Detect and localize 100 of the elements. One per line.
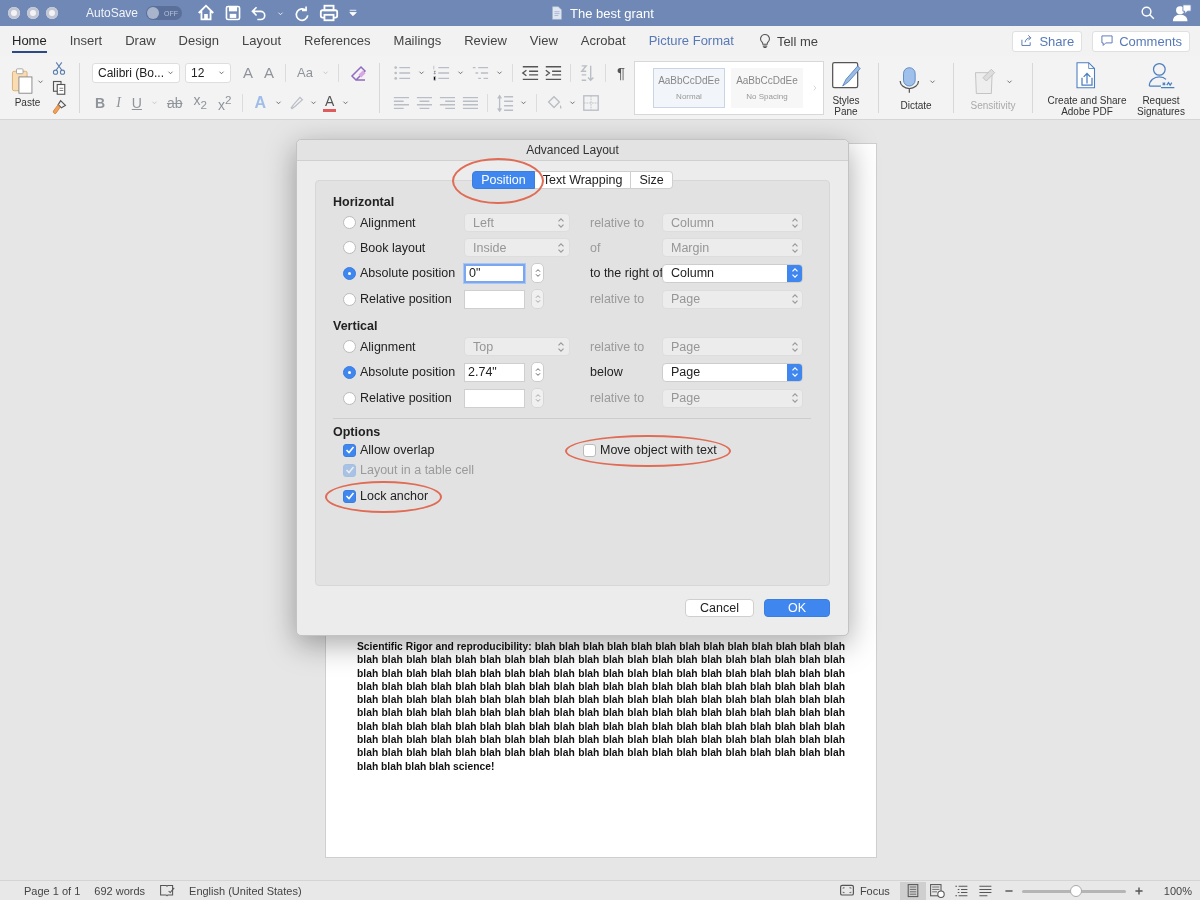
view-icon [928, 882, 945, 899]
print-icon[interactable] [319, 3, 340, 23]
style-option[interactable]: AaBbCcDdEe No Spacing [731, 67, 803, 108]
cancel-button[interactable]: Cancel [685, 599, 754, 617]
align-left-icon[interactable] [391, 94, 410, 111]
checkbox[interactable] [343, 489, 356, 503]
updown-icon [533, 365, 542, 379]
customize-toolbar-icon[interactable] [347, 7, 360, 19]
radio-button[interactable] [343, 292, 356, 306]
updown-icon [533, 391, 542, 405]
radio-button[interactable] [343, 391, 356, 405]
ribbon-tab[interactable]: Review [464, 29, 507, 53]
radio-label: Absolute position [360, 266, 456, 280]
comments-button[interactable]: Comments [1092, 30, 1190, 52]
slider-thumb[interactable] [1069, 884, 1082, 897]
tell-me-search[interactable]: Tell me [776, 33, 819, 49]
increase-indent-icon[interactable] [543, 63, 562, 82]
updown-icon [789, 339, 800, 354]
focus-icon[interactable] [838, 882, 855, 899]
word-count: 692 words [94, 884, 146, 897]
save-icon[interactable] [224, 4, 243, 22]
highlighter-icon[interactable] [288, 94, 305, 111]
search-icon[interactable] [1140, 5, 1156, 21]
paste-button[interactable]: Paste [10, 67, 45, 108]
updown-icon [789, 391, 800, 405]
ribbon-tab[interactable]: Draw [125, 29, 156, 53]
styles-pane-button[interactable]: Styles Pane [826, 58, 866, 117]
ribbon-tab[interactable]: Picture Format [648, 29, 734, 53]
ribbon-tab[interactable]: Acrobat [580, 29, 626, 53]
zoom-slider[interactable] [1021, 884, 1126, 897]
ribbon-tab[interactable]: Design [178, 29, 219, 53]
checkbox-label: Layout in a table cell [360, 463, 474, 477]
numbered-list-icon[interactable] [430, 63, 451, 82]
undo-icon[interactable] [250, 4, 269, 22]
format-button[interactable]: A [323, 93, 337, 112]
window-control-button[interactable] [46, 7, 58, 19]
relation-label: relative to [589, 339, 646, 354]
section-heading: Vertical [333, 319, 379, 333]
window-control-button[interactable] [8, 7, 20, 19]
scissors-icon[interactable] [52, 60, 66, 76]
relation-label: relative to [589, 391, 646, 405]
ok-button[interactable]: OK [763, 599, 830, 617]
radio-button[interactable] [343, 266, 356, 280]
decrease-indent-icon[interactable] [520, 63, 539, 82]
format-painter-icon[interactable] [51, 99, 67, 115]
font-size-select[interactable]: 12 [185, 62, 231, 83]
stepper[interactable] [531, 362, 544, 382]
input-field[interactable]: 2.74" [464, 362, 525, 382]
ribbon-tab[interactable]: Insert [69, 29, 103, 53]
align-right-icon[interactable] [437, 94, 456, 111]
radio-label: Relative position [360, 292, 452, 306]
user-icon[interactable] [1172, 3, 1192, 23]
borders-icon[interactable] [581, 93, 600, 112]
align-center-icon[interactable] [414, 94, 433, 111]
dialog-tab[interactable]: Position [472, 171, 535, 189]
updown-icon [789, 215, 800, 230]
dialog-tab[interactable]: Size [631, 171, 673, 189]
window-control-button[interactable] [27, 7, 39, 19]
relation-label: relative to [589, 215, 646, 230]
create-pdf-button[interactable]: Create and Share Adobe PDF [1045, 58, 1129, 117]
dropdown[interactable]: Column [662, 263, 803, 283]
radio-button[interactable] [343, 340, 356, 353]
ribbon-tab[interactable]: Mailings [393, 29, 442, 53]
request-signatures-button[interactable]: Request Signatures [1133, 58, 1189, 117]
bulleted-list-icon[interactable] [391, 63, 412, 82]
show-formatting-button[interactable]: ¶ [613, 62, 628, 83]
justify-icon[interactable] [460, 94, 479, 111]
updown-icon [789, 365, 800, 379]
updown-icon [533, 292, 542, 306]
checkbox[interactable] [583, 443, 596, 457]
updown-icon [789, 266, 800, 280]
radio-button[interactable] [343, 365, 356, 379]
radio-button[interactable] [343, 216, 356, 229]
stepper[interactable] [531, 263, 544, 283]
language-label: English (United States) [189, 884, 302, 897]
view-button[interactable] [899, 881, 926, 900]
radio-label: Alignment [360, 215, 416, 230]
focus-button[interactable]: Focus [859, 884, 890, 897]
checkbox-label: Allow overlap [360, 443, 435, 457]
style-option[interactable]: AaBbCcDdEe Normal [653, 67, 725, 108]
dropdown[interactable]: Page [662, 362, 803, 382]
share-button[interactable]: Share [1012, 30, 1083, 52]
line-spacing-icon[interactable] [495, 93, 514, 112]
font-name-select[interactable]: Calibri (Bo... [92, 62, 180, 83]
ribbon-tab[interactable]: References [304, 29, 371, 53]
ribbon-tab[interactable]: View [529, 29, 558, 53]
dialog-tab[interactable]: Text Wrapping [534, 171, 632, 189]
copy-icon[interactable] [51, 79, 67, 96]
home-icon[interactable] [196, 3, 217, 23]
checkbox-label: Move object with text [600, 443, 717, 457]
radio-button[interactable] [343, 241, 356, 254]
input-field[interactable]: 0" [464, 263, 525, 283]
updown-icon [789, 292, 800, 306]
updown-icon [533, 266, 542, 280]
dictate-button[interactable]: Dictate [891, 64, 941, 111]
radio-label: Book layout [360, 240, 426, 255]
proofing-icon[interactable] [159, 882, 176, 899]
ribbon-tab[interactable]: Layout [242, 29, 282, 53]
ribbon-tab[interactable]: Home [12, 29, 47, 53]
checkbox[interactable] [343, 443, 356, 457]
